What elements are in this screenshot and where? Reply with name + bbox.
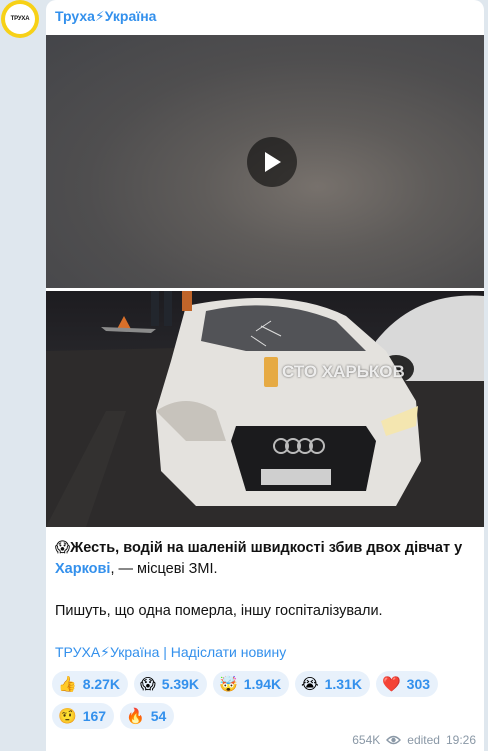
thumbs-up-icon: 👍 bbox=[58, 675, 77, 693]
message-paragraph-1: 😱Жесть, водій на шаленій швидкості збив … bbox=[55, 538, 475, 580]
reaction-count: 1.31K bbox=[324, 676, 362, 692]
message-source: , — місцеві ЗМІ. bbox=[110, 561, 218, 577]
mind-blown-icon: 🤯 bbox=[219, 675, 238, 693]
message-bubble: Труха⚡Україна СТО ХАРЬКОВ 😱Жесть, водій … bbox=[46, 0, 484, 751]
reaction-scream[interactable]: 😱 5.39K bbox=[134, 671, 208, 697]
car-photo-illustration bbox=[46, 291, 484, 527]
crying-icon: 😭 bbox=[301, 675, 319, 693]
eye-icon bbox=[386, 735, 402, 745]
city-link[interactable]: Харкові bbox=[55, 561, 110, 577]
message-time: 19:26 bbox=[445, 733, 476, 747]
message-meta: 654K edited 19:26 bbox=[352, 733, 476, 747]
play-button[interactable] bbox=[247, 137, 297, 187]
message-headline: Жесть, водій на шаленій швидкості збив д… bbox=[70, 540, 463, 556]
reaction-raised-eyebrow[interactable]: 🤨 167 bbox=[52, 703, 115, 729]
play-icon bbox=[265, 152, 281, 172]
message-text: 😱Жесть, водій на шаленій швидкості збив … bbox=[55, 538, 475, 622]
reactions-bar: 👍 8.27K 😱 5.39K 🤯 1.94K 😭 1.31K ❤️ 303 🤨… bbox=[52, 671, 482, 729]
reaction-fire[interactable]: 🔥 54 bbox=[120, 703, 175, 729]
scream-emoji: 😱 bbox=[55, 540, 71, 556]
reaction-count: 1.94K bbox=[243, 676, 282, 692]
watermark: СТО ХАРЬКОВ bbox=[264, 357, 405, 387]
raised-eyebrow-icon: 🤨 bbox=[58, 707, 77, 725]
reaction-count: 167 bbox=[82, 708, 107, 724]
reaction-count: 8.27K bbox=[82, 676, 121, 692]
edited-label: edited bbox=[407, 733, 440, 747]
channel-signature-link[interactable]: ТРУХА⚡Україна | Надіслати новину bbox=[55, 644, 286, 661]
reaction-count: 303 bbox=[406, 676, 431, 692]
watermark-text: СТО ХАРЬКОВ bbox=[282, 362, 405, 381]
scream-icon: 😱 bbox=[140, 675, 156, 693]
reaction-count: 54 bbox=[150, 708, 167, 724]
fire-icon: 🔥 bbox=[126, 707, 145, 725]
reaction-heart[interactable]: ❤️ 303 bbox=[375, 671, 439, 697]
video-player[interactable] bbox=[46, 35, 484, 288]
accident-photo[interactable]: СТО ХАРЬКОВ bbox=[46, 291, 484, 527]
view-count: 654K bbox=[352, 733, 381, 747]
message-paragraph-2: Пишуть, що одна померла, іншу госпіталіз… bbox=[55, 603, 383, 619]
channel-avatar-logo: ТРУХА bbox=[5, 4, 35, 34]
reaction-thumbs-up[interactable]: 👍 8.27K bbox=[52, 671, 129, 697]
channel-name[interactable]: Труха⚡Україна bbox=[55, 8, 156, 25]
heart-icon: ❤️ bbox=[381, 675, 401, 693]
reaction-count: 5.39K bbox=[161, 676, 200, 692]
reaction-crying[interactable]: 😭 1.31K bbox=[295, 671, 370, 697]
reaction-mind-blown[interactable]: 🤯 1.94K bbox=[213, 671, 290, 697]
channel-avatar[interactable]: ТРУХА bbox=[1, 0, 39, 38]
watermark-badge bbox=[264, 357, 278, 387]
